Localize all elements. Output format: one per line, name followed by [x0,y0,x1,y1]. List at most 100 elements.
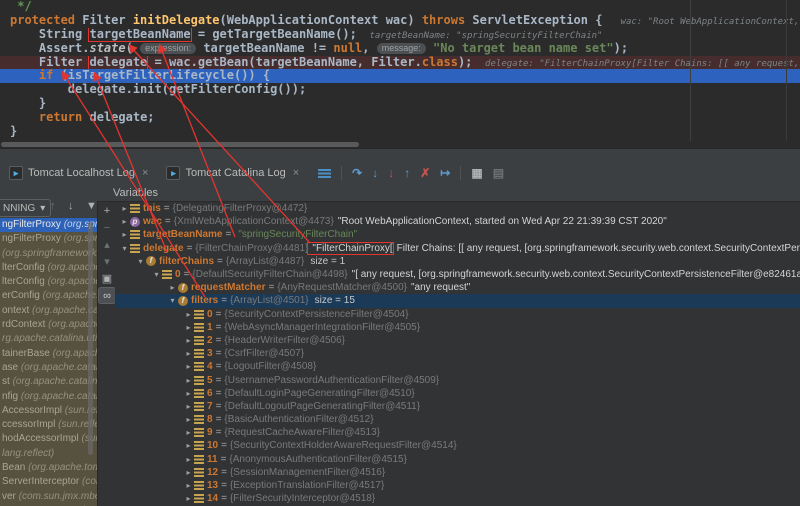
expand-toggle[interactable]: ▸ [183,468,194,477]
frame-row[interactable]: ontext (org.apache.catalin [0,304,97,318]
filter-icon[interactable]: ▼ [86,200,97,212]
frame-row[interactable]: ver (com.sun.jmx.mbeanse [0,490,97,504]
evaluate-expression-icon[interactable]: ▦ [471,167,482,179]
expand-toggle[interactable]: ▾ [135,257,146,266]
layout-settings-icon[interactable]: ▤ [493,167,504,179]
expand-toggle[interactable]: ▸ [183,481,194,490]
frame-row[interactable]: Bean (org.apache.tomcat.u [0,461,97,475]
frame-row[interactable]: ngFilterProxy (org.springfr [0,218,97,232]
frame-row[interactable]: rg.apache.catalina.util) [0,332,97,346]
variable-row[interactable]: ▸2={HeaderWriterFilter@4506} [115,334,800,347]
code-line[interactable]: } [0,125,800,139]
force-step-into-icon[interactable]: ↓ [388,167,394,179]
expand-toggle[interactable]: ▸ [183,494,194,503]
variable-row[interactable]: ▸1={WebAsyncManagerIntegrationFilter@450… [115,321,800,334]
variable-row[interactable]: ▸12={SessionManagementFilter@4516} [115,466,800,479]
tab-tomcat-localhost-log[interactable]: ▸Tomcat Localhost Log× [0,161,157,185]
frame-row[interactable]: ServerInterceptor (com.su [0,475,97,489]
expand-toggle[interactable]: ▸ [183,455,194,464]
expand-toggle[interactable]: ▸ [183,376,194,385]
variable-row[interactable]: ▸8={BasicAuthenticationFilter@4512} [115,413,800,426]
code-line[interactable]: Assert.state( expression: targetBeanName… [0,42,800,56]
code-line[interactable]: if (isTargetFilterLifecycle()) { [0,69,800,83]
frame-row[interactable]: nfig (org.apache.catalina.s [0,390,97,404]
editor-horizontal-scrollbar[interactable] [1,142,359,147]
code-line[interactable]: } [0,97,800,111]
code-editor[interactable]: */protected Filter initDelegate(WebAppli… [0,0,800,148]
variable-row[interactable]: ▾delegate={FilterChainProxy@4481}"Filter… [115,242,800,255]
tab-tomcat-catalina-log[interactable]: ▸Tomcat Catalina Log× [157,161,308,185]
code-line[interactable]: String targetBeanName = getTargetBeanNam… [0,28,800,42]
frame-row[interactable]: hodAccessorImpl (sun.refle [0,432,97,446]
code-line[interactable]: delegate.init(getFilterConfig()); [0,83,800,97]
variable-row[interactable]: ▾ffilterChains={ArrayList@4487}size = 1 [115,255,800,268]
remove-watch-icon[interactable]: − [98,219,116,236]
variable-row[interactable]: ▸6={DefaultLoginPageGeneratingFilter@451… [115,387,800,400]
variable-row[interactable]: ▸3={CsrfFilter@4507} [115,347,800,360]
variable-row[interactable]: ▾0={DefaultSecurityFilterChain@4498}"[ a… [115,268,800,281]
expand-toggle[interactable]: ▸ [183,323,194,332]
expand-toggle[interactable]: ▾ [151,270,162,279]
expand-toggle[interactable]: ▸ [183,428,194,437]
frame-row[interactable]: ccessorImpl (sun.reflect) [0,418,97,432]
frame-row[interactable]: lterConfig (org.apache.cat [0,275,97,289]
step-into-icon[interactable]: ↓ [372,167,378,179]
expand-toggle[interactable]: ▸ [119,230,130,239]
duplicate-icon[interactable]: ▣ [98,270,116,287]
menu-icon[interactable] [318,169,331,178]
move-down-icon[interactable]: ↓ [68,200,74,212]
frame-row[interactable]: lterConfig (org.apache.cat [0,261,97,275]
frame-row[interactable]: lang.reflect) [0,447,97,461]
code-line[interactable]: */ [0,0,800,14]
code-line[interactable]: Filter delegate = wac.getBean(targetBean… [0,56,800,70]
code-line[interactable]: protected Filter initDelegate(WebApplica… [0,14,800,28]
frame-row[interactable]: erConfig (org.apache.catal [0,289,97,303]
variable-row[interactable]: ▸frequestMatcher={AnyRequestMatcher@4500… [115,281,800,294]
variable-row[interactable]: ▸11={AnonymousAuthenticationFilter@4515} [115,453,800,466]
variable-row[interactable]: ▸13={ExceptionTranslationFilter@4517} [115,479,800,492]
expand-toggle[interactable]: ▸ [119,217,130,226]
variable-row[interactable]: ▸4={LogoutFilter@4508} [115,360,800,373]
variable-row[interactable]: ▸14={FilterSecurityInterceptor@4518} [115,492,800,505]
expand-toggle[interactable]: ▾ [119,244,130,253]
frame-row[interactable]: st (org.apache.catalina.co [0,375,97,389]
frame-row[interactable]: rdContext (org.apache.cat [0,318,97,332]
variable-row[interactable]: ▸0={SecurityContextPersistenceFilter@450… [115,308,800,321]
frame-row[interactable]: (org.springframework.we [0,247,97,261]
frame-row[interactable]: tainerBase (org.apache.ca [0,347,97,361]
variable-row[interactable]: ▸pwac={XmlWebApplicationContext@4473}"Ro… [115,215,800,228]
drop-frame-icon[interactable]: ✗ [420,167,430,179]
variable-row[interactable]: ▸5={UsernamePasswordAuthenticationFilter… [115,373,800,386]
thread-dropdown[interactable]: NNING ▾ [0,199,51,217]
move-down-icon[interactable]: ▾ [98,253,116,270]
move-up-icon[interactable]: ↑ [50,200,56,212]
variable-row[interactable]: ▸targetBeanName="springSecurityFilterCha… [115,228,800,241]
frames-scrollbar[interactable] [88,222,93,455]
expand-toggle[interactable]: ▸ [183,441,194,450]
expand-toggle[interactable]: ▸ [167,283,178,292]
variable-row[interactable]: ▸9={RequestCacheAwareFilter@4513} [115,426,800,439]
expand-toggle[interactable]: ▸ [119,204,130,213]
close-icon[interactable]: × [293,167,299,179]
code-line[interactable]: return delegate; [0,111,800,125]
expand-toggle[interactable]: ▸ [183,310,194,319]
step-over-icon[interactable]: ↷ [352,167,362,179]
frame-row[interactable]: ngFilterProxy (org.springf [0,232,97,246]
frame-row[interactable]: ase (org.apache.catalina.co [0,361,97,375]
add-watch-icon[interactable]: + [98,202,116,219]
expand-toggle[interactable]: ▸ [183,389,194,398]
frame-row[interactable]: AccessorImpl (sun.reflect) [0,404,97,418]
expand-toggle[interactable]: ▸ [183,362,194,371]
expand-toggle[interactable]: ▸ [183,402,194,411]
run-to-cursor-icon[interactable]: ↦ [440,167,450,179]
expand-toggle[interactable]: ▸ [183,415,194,424]
expand-toggle[interactable]: ▸ [183,336,194,345]
close-icon[interactable]: × [142,167,148,179]
expand-toggle[interactable]: ▸ [183,349,194,358]
move-up-icon[interactable]: ▴ [98,236,116,253]
variable-row[interactable]: ▸this={DelegatingFilterProxy@4472} [115,202,800,215]
variable-row[interactable]: ▸10={SecurityContextHolderAwareRequestFi… [115,439,800,452]
variable-row[interactable]: ▾ffilters={ArrayList@4501}size = 15 [115,294,800,307]
expand-toggle[interactable]: ▾ [167,296,178,305]
show-watches-icon[interactable]: ∞ [98,287,116,304]
